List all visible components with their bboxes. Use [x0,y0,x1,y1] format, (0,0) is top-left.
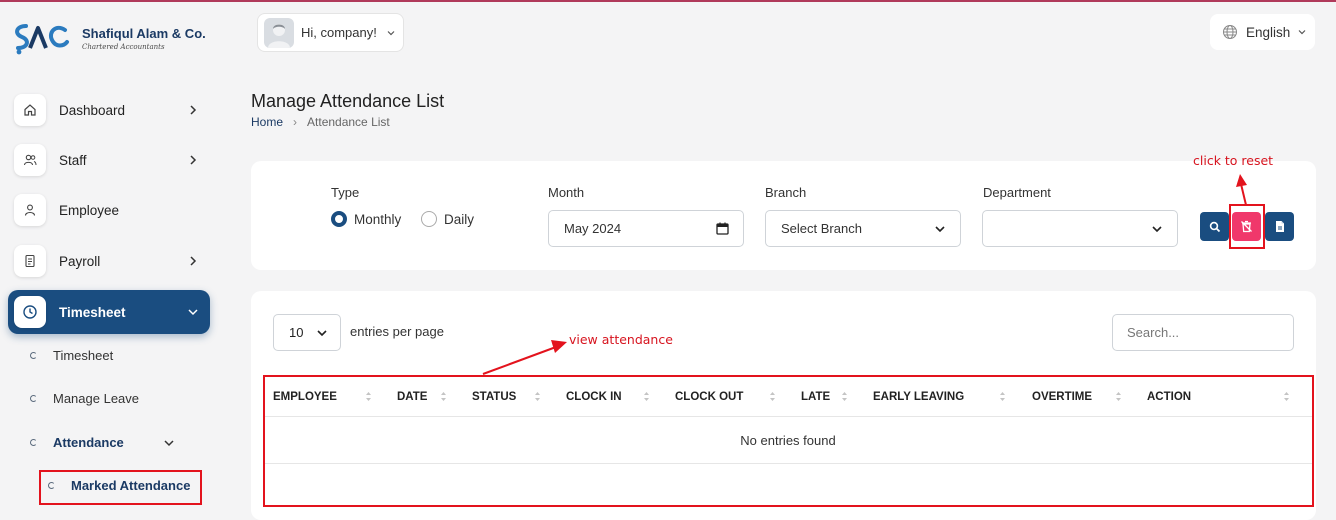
export-button[interactable] [1265,212,1294,241]
brand-logo-mark-icon [15,24,69,55]
annotation-reset-note: click to reset [1193,153,1274,168]
user-greeting: Hi, company! [301,25,377,40]
branch-label: Branch [765,185,807,200]
sidebar-item-label: Staff [59,152,87,168]
radio-checked-icon [331,211,347,227]
chevron-right-icon: › [293,115,298,129]
annotation-box-reset-button [1229,204,1265,249]
filter-card: Type Monthly Daily Month May 2024 Branch… [251,161,1316,270]
entries-per-page-label: entries per page [350,324,444,339]
chevron-down-icon [935,225,945,232]
chevron-down-icon [188,309,198,316]
sidebar-item-label: Employee [59,202,120,218]
clock-icon [14,296,46,328]
sidebar-subitem-timesheet[interactable]: Timesheet [30,348,113,363]
language-selector[interactable]: English [1210,14,1315,50]
month-label: Month [548,185,585,200]
annotation-box-table [263,375,1314,507]
sidebar-item-label: Timesheet [59,304,126,320]
user-menu[interactable]: Hi, company! [257,13,404,52]
month-value: May 2024 [564,221,622,236]
sidebar-subitem-label: Manage Leave [53,391,140,406]
annotation-box-marked-attendance [39,470,202,505]
chevron-right-icon [190,256,197,266]
brand-name: Shafiqul Alam & Co. [82,25,206,41]
sidebar-item-label: Payroll [59,253,101,269]
radio-unchecked-icon [421,211,437,227]
chevron-down-icon [164,439,174,446]
entries-value: 10 [289,325,304,340]
sidebar-item-label: Dashboard [59,102,126,118]
user-icon [14,194,46,226]
chevron-down-icon [387,30,395,35]
home-icon [14,94,46,126]
sidebar-item-employee[interactable]: Employee [8,188,210,232]
bullet-icon [30,439,37,446]
bullet-icon [30,352,37,359]
search-icon [1209,221,1220,232]
annotation-view-note: view attendance [569,332,673,347]
avatar [264,17,294,48]
table-search-input[interactable] [1112,314,1294,351]
bullet-icon [30,395,37,402]
sidebar-item-dashboard[interactable]: Dashboard [8,88,210,132]
type-radio-monthly[interactable]: Monthly [331,211,401,227]
sidebar-subitem-attendance[interactable]: Attendance [30,435,176,450]
department-select[interactable] [982,210,1178,247]
users-icon [14,144,46,176]
chevron-down-icon [1298,30,1306,35]
type-radio-daily[interactable]: Daily [421,211,474,227]
globe-icon [1223,25,1237,39]
language-label: English [1246,24,1291,40]
sidebar-subitem-manage-leave[interactable]: Manage Leave [30,391,139,406]
month-input[interactable]: May 2024 [548,210,744,247]
receipt-icon [14,245,46,277]
type-label: Type [331,185,360,200]
sidebar-subitem-label: Attendance [53,435,124,450]
brand-subtitle: Chartered Accountants [82,42,165,51]
sidebar-item-staff[interactable]: Staff [8,138,210,182]
chevron-right-icon [190,105,197,115]
sidebar-item-timesheet[interactable]: Timesheet [8,290,210,334]
brand-logo[interactable]: Shafiqul Alam & Co. Chartered Accountant… [10,18,206,58]
radio-label: Monthly [354,211,402,227]
entries-per-page-select[interactable]: 10 [273,314,341,351]
department-label: Department [983,185,1051,200]
chevron-down-icon [317,329,327,336]
breadcrumb-current: Attendance List [307,115,390,129]
calendar-icon[interactable] [716,222,729,235]
branch-value: Select Branch [781,221,862,236]
search-button[interactable] [1200,212,1229,241]
breadcrumb: Home › Attendance List [251,115,390,129]
sidebar-subitem-label: Timesheet [53,348,114,363]
sidebar-item-payroll[interactable]: Payroll [8,239,210,283]
page-title: Manage Attendance List [251,91,445,111]
chevron-right-icon [190,155,197,165]
sidebar: Shafiqul Alam & Co. Chartered Accountant… [0,2,232,520]
radio-label: Daily [444,211,475,227]
chevron-down-icon [1152,225,1162,232]
breadcrumb-home-link[interactable]: Home [251,115,283,129]
branch-select[interactable]: Select Branch [765,210,961,247]
file-icon [1275,221,1284,232]
